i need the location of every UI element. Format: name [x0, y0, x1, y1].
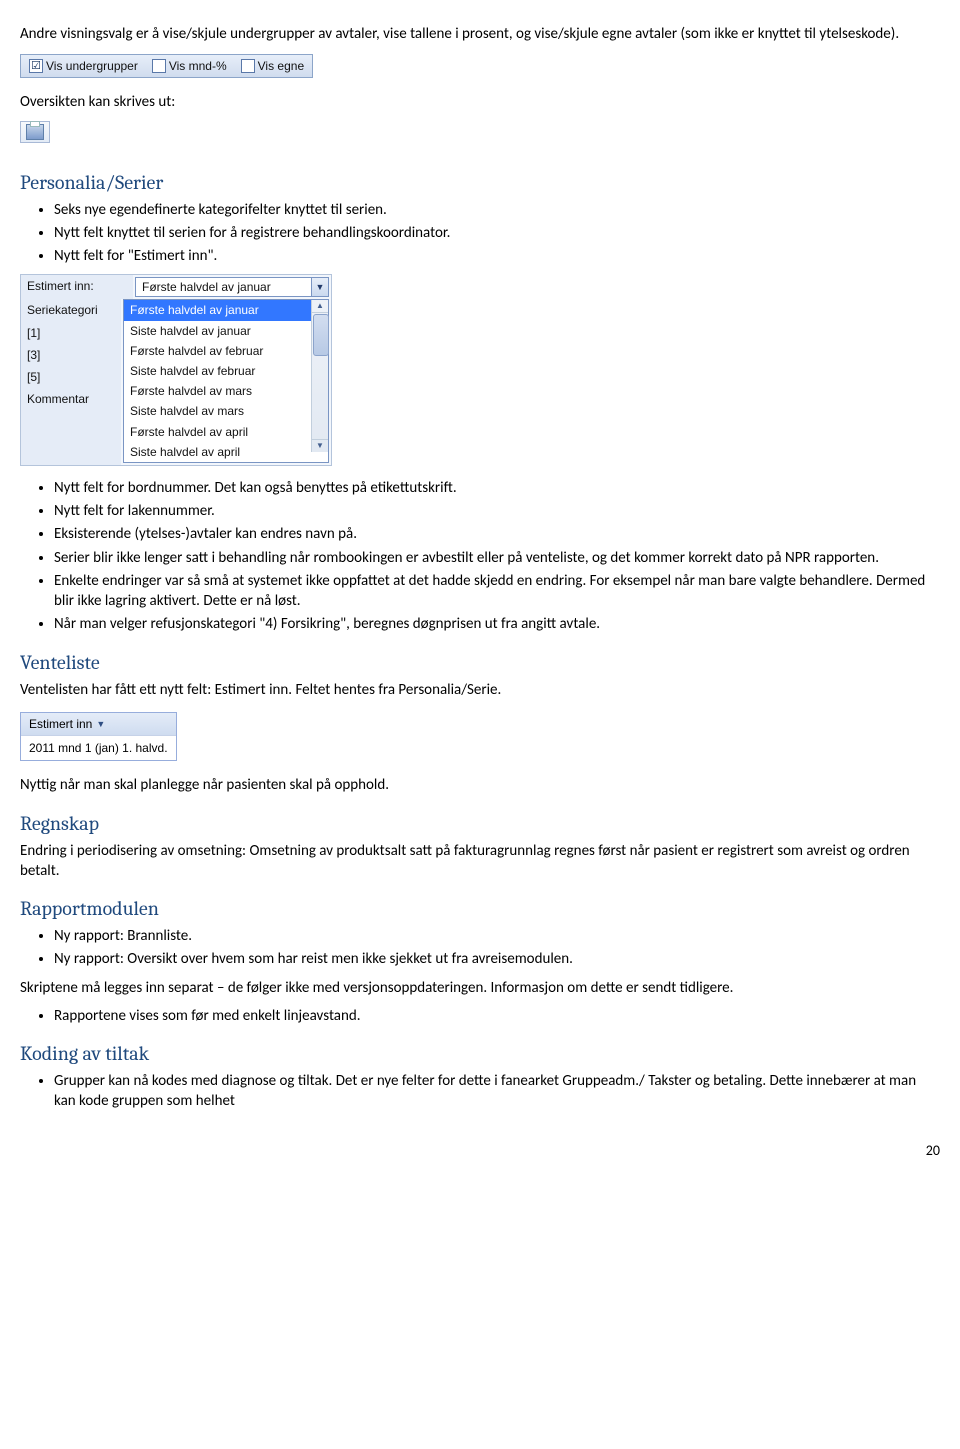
section-personalia: Personalia/Serier — [20, 169, 940, 196]
list-item: Ny rapport: Brannliste. — [54, 926, 940, 946]
dropdown-option[interactable]: Siste halvdel av januar — [124, 321, 312, 341]
list-item: Nytt felt for lakennummer. — [54, 501, 940, 521]
intro-paragraph: Andre visningsvalg er å vise/skjule unde… — [20, 24, 940, 44]
dropdown-list: ▲ ▼ Første halvdel av januar Siste halvd… — [123, 299, 329, 463]
check-mnd[interactable]: Vis mnd-% — [152, 58, 227, 74]
venteliste-p2: Nyttig når man skal planlegge når pasien… — [20, 775, 940, 795]
checkbox-egne-box — [241, 59, 255, 73]
list-item: Seks nye egendefinerte kategorifelter kn… — [54, 200, 940, 220]
dropdown-scrollbar[interactable]: ▲ ▼ — [311, 300, 328, 452]
check-mnd-label: Vis mnd-% — [169, 58, 227, 74]
print-button[interactable] — [20, 121, 50, 143]
scroll-thumb[interactable] — [313, 314, 329, 356]
list-item: Når man velger refusjonskategori "4) For… — [54, 614, 940, 634]
section-venteliste: Venteliste — [20, 649, 940, 676]
venteliste-value: 2011 mnd 1 (jan) 1. halvd. — [21, 735, 176, 760]
check-egne[interactable]: Vis egne — [241, 58, 304, 74]
dropdown-option[interactable]: Første halvdel av februar — [124, 341, 312, 361]
check-egne-label: Vis egne — [258, 58, 304, 74]
regnskap-p: Endring i periodisering av omsetning: Om… — [20, 841, 940, 882]
list-rapport-a: Ny rapport: Brannliste. Ny rapport: Over… — [20, 926, 940, 970]
list-rapport-b: Rapportene vises som før med enkelt linj… — [20, 1006, 940, 1026]
section-koding: Koding av tiltak — [20, 1040, 940, 1067]
side-row-label: [3] — [21, 344, 121, 366]
list-item: Grupper kan nå kodes med diagnose og til… — [54, 1071, 940, 1112]
list-item: Serier blir ikke lenger satt i behandlin… — [54, 548, 940, 568]
list-personalia-a: Seks nye egendefinerte kategorifelter kn… — [20, 200, 940, 267]
dropdown-arrow-icon[interactable]: ▼ — [311, 278, 328, 296]
dropdown-option[interactable]: Første halvdel av april — [124, 422, 312, 442]
sort-arrow-icon: ▼ — [96, 718, 105, 730]
page-number: 20 — [20, 1142, 940, 1161]
list-item: Ny rapport: Oversikt over hvem som har r… — [54, 949, 940, 969]
display-options-bar: ☑Vis undergrupper Vis mnd-% Vis egne — [20, 54, 313, 78]
dropdown-option[interactable]: Siste halvdel av februar — [124, 361, 312, 381]
printer-icon — [26, 124, 44, 140]
side-row-label: Seriekategori — [21, 299, 121, 321]
rapport-p: Skriptene må legges inn separat – de føl… — [20, 978, 940, 998]
side-row-label: Kommentar — [21, 388, 121, 410]
venteliste-p1: Ventelisten har fått ett nytt felt: Esti… — [20, 680, 940, 700]
dropdown-option[interactable]: Siste halvdel av mars — [124, 401, 312, 421]
list-koding: Grupper kan nå kodes med diagnose og til… — [20, 1071, 940, 1112]
dropdown-option[interactable]: Første halvdel av mars — [124, 381, 312, 401]
list-item: Nytt felt for "Estimert inn". — [54, 246, 940, 266]
list-item: Enkelte endringer var så små at systemet… — [54, 571, 940, 612]
oversikt-lead: Oversikten kan skrives ut: — [20, 92, 940, 112]
venteliste-column-header[interactable]: Estimert inn ▼ — [21, 713, 176, 735]
checkbox-undergrupper-box: ☑ — [29, 59, 43, 73]
scroll-down-icon[interactable]: ▼ — [312, 439, 328, 452]
estimert-inn-dropdown[interactable]: Første halvdel av januar ▼ — [135, 277, 329, 297]
section-regnskap: Regnskap — [20, 810, 940, 837]
list-item: Eksisterende (ytelses-)avtaler kan endre… — [54, 524, 940, 544]
estimert-inn-widget: Estimert inn: Første halvdel av januar ▼… — [20, 274, 332, 466]
side-row-label: [1] — [21, 322, 121, 344]
list-item: Rapportene vises som før med enkelt linj… — [54, 1006, 940, 1026]
list-item: Nytt felt knyttet til serien for å regis… — [54, 223, 940, 243]
venteliste-header-label: Estimert inn — [29, 716, 92, 732]
list-item: Nytt felt for bordnummer. Det kan også b… — [54, 478, 940, 498]
checkbox-mnd-box — [152, 59, 166, 73]
dropdown-option[interactable]: Første halvdel av januar — [124, 300, 312, 320]
list-personalia-b: Nytt felt for bordnummer. Det kan også b… — [20, 478, 940, 635]
dropdown-value: Første halvdel av januar — [136, 279, 311, 295]
scroll-up-icon[interactable]: ▲ — [312, 300, 328, 313]
venteliste-field-widget: Estimert inn ▼ 2011 mnd 1 (jan) 1. halvd… — [20, 712, 177, 761]
dropdown-option[interactable]: Siste halvdel av april — [124, 442, 312, 462]
check-undergrupper-label: Vis undergrupper — [46, 58, 138, 74]
side-row-label: [5] — [21, 366, 121, 388]
section-rapportmodulen: Rapportmodulen — [20, 895, 940, 922]
check-undergrupper[interactable]: ☑Vis undergrupper — [29, 58, 138, 74]
field-label-estimert-inn: Estimert inn: — [21, 275, 133, 299]
